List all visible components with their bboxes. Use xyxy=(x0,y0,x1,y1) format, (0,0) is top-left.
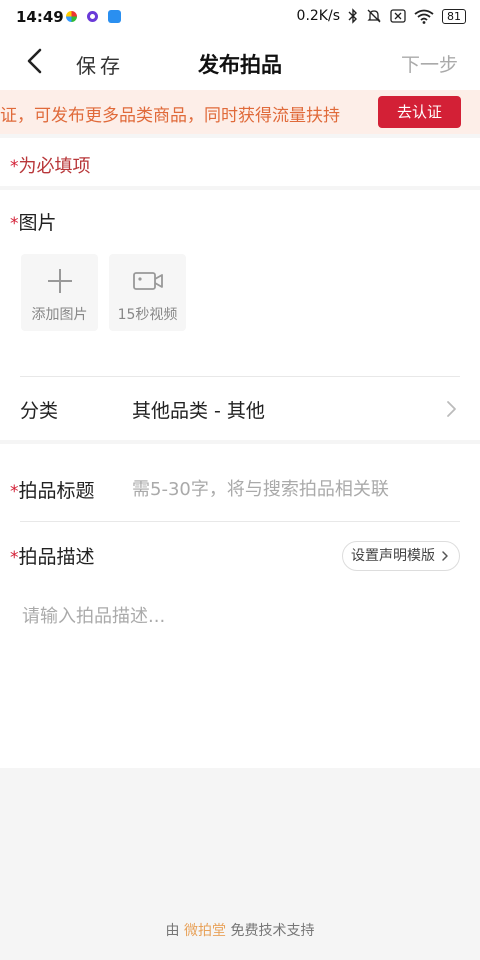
go-verify-button[interactable]: 去认证 xyxy=(378,96,461,128)
next-step-button[interactable]: 下一步 xyxy=(401,50,458,77)
top-navigation-bar: 保存 发布拍品 下一步 xyxy=(0,34,480,90)
plus-icon xyxy=(48,269,72,293)
sim-off-icon xyxy=(390,9,406,23)
powered-by-footer: 由 微拍堂 免费技术支持 xyxy=(0,920,480,940)
divider xyxy=(20,376,460,377)
media-section: *图片 添加图片 15秒视频 分类 其他品类 - 其他 xyxy=(0,190,480,440)
notification-icons xyxy=(66,10,121,23)
verification-banner: 证，可发布更多品类商品，同时获得流量扶持 去认证 xyxy=(0,90,480,134)
wifi-icon xyxy=(414,9,434,24)
description-label-text: 拍品描述 xyxy=(18,546,95,568)
required-note-label: 为必填项 xyxy=(18,156,91,177)
category-value: 其他品类 - 其他 xyxy=(132,400,265,422)
footer-suffix: 免费技术支持 xyxy=(230,923,315,939)
description-textarea[interactable] xyxy=(20,600,464,754)
required-star: * xyxy=(10,548,19,568)
item-title-label: *拍品标题 xyxy=(10,476,95,503)
bluetooth-icon xyxy=(348,8,357,24)
app-notification-icon xyxy=(108,10,121,23)
details-section: *拍品标题 *拍品描述 设置声明模版 xyxy=(0,444,480,768)
add-video-button[interactable]: 15秒视频 xyxy=(109,254,186,331)
category-label: 分类 xyxy=(20,400,59,422)
required-star: * xyxy=(10,482,19,502)
add-photo-label: 添加图片 xyxy=(31,307,88,323)
images-label-text: 图片 xyxy=(18,212,57,234)
chevron-right-icon xyxy=(442,551,448,561)
back-arrow-icon[interactable] xyxy=(20,46,50,76)
template-button-label: 设置声明模版 xyxy=(351,548,435,564)
video-camera-icon xyxy=(133,272,163,290)
add-photo-button[interactable]: 添加图片 xyxy=(21,254,98,331)
footer-prefix: 由 xyxy=(165,923,180,939)
save-button[interactable]: 保存 xyxy=(76,50,124,79)
status-bar: 14:49 0.2K/s 81 xyxy=(0,0,480,34)
banner-message: 证，可发布更多品类商品，同时获得流量扶持 xyxy=(0,106,340,126)
battery-indicator: 81 xyxy=(442,8,466,24)
app-notification-icon xyxy=(66,11,77,22)
chevron-right-icon xyxy=(447,401,456,417)
description-label: *拍品描述 xyxy=(10,542,95,569)
mute-bell-icon xyxy=(367,9,381,23)
app-notification-icon xyxy=(87,11,98,22)
status-indicators: 0.2K/s 81 xyxy=(297,8,466,24)
item-title-label-text: 拍品标题 xyxy=(18,480,95,502)
required-star: * xyxy=(10,157,19,177)
network-speed: 0.2K/s xyxy=(296,8,340,24)
status-time: 14:49 xyxy=(16,8,64,26)
required-fields-note: *为必填项 xyxy=(0,138,480,186)
set-disclaimer-template-button[interactable]: 设置声明模版 xyxy=(342,541,460,571)
images-field-label: *图片 xyxy=(10,208,57,235)
required-star: * xyxy=(10,214,19,234)
footer-brand-link[interactable]: 微拍堂 xyxy=(184,923,226,939)
required-note-text: *为必填项 xyxy=(10,152,91,178)
add-video-label: 15秒视频 xyxy=(117,307,178,323)
divider xyxy=(20,521,460,522)
item-title-input[interactable] xyxy=(130,472,454,506)
